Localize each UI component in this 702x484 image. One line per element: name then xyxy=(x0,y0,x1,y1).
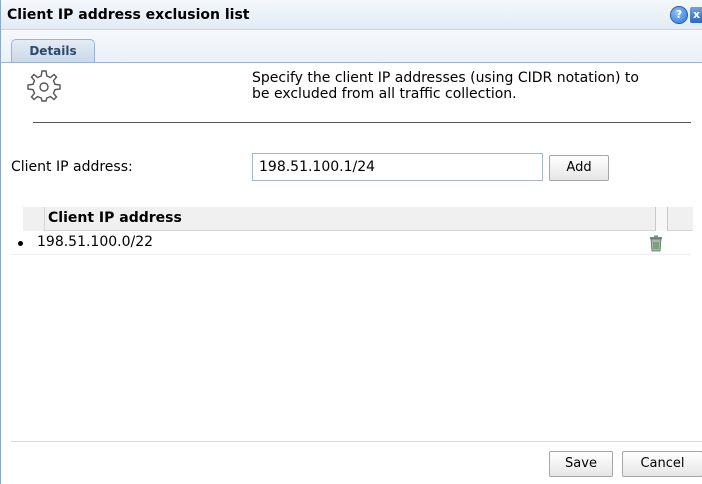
table-row[interactable]: 198.51.100.0/22 xyxy=(11,231,691,255)
gear-icon xyxy=(27,70,61,102)
help-icon[interactable]: ? xyxy=(671,7,687,23)
column-header-actions xyxy=(655,207,668,231)
dialog-titlebar: Client IP address exclusion list ? x xyxy=(1,0,702,30)
row-ip-address: 198.51.100.0/22 xyxy=(37,234,154,250)
column-header-client-ip[interactable]: Client IP address xyxy=(48,210,182,226)
tab-strip: Details xyxy=(1,30,702,63)
save-button[interactable]: Save xyxy=(549,451,613,477)
tab-details[interactable]: Details xyxy=(11,39,95,63)
tab-divider xyxy=(1,62,702,63)
description-line-1: Specify the client IP addresses (using C… xyxy=(252,70,639,86)
add-button[interactable]: Add xyxy=(549,155,609,181)
table-header: Client IP address xyxy=(23,207,693,231)
footer-divider xyxy=(11,441,702,442)
description-line-2: be excluded from all traffic collection. xyxy=(252,86,517,102)
close-icon[interactable]: x xyxy=(690,7,702,23)
row-bullet xyxy=(18,241,23,246)
cancel-button[interactable]: Cancel xyxy=(622,451,702,477)
exclusion-list-dialog: Client IP address exclusion list ? x Det… xyxy=(0,0,702,484)
table-header-spacer xyxy=(23,207,45,231)
section-divider xyxy=(33,122,691,123)
client-ip-label: Client IP address: xyxy=(11,159,133,175)
description-text: Specify the client IP addresses (using C… xyxy=(252,70,702,102)
trash-icon[interactable] xyxy=(649,235,663,252)
dialog-title: Client IP address exclusion list xyxy=(7,7,250,23)
client-ip-input[interactable] xyxy=(252,153,543,181)
